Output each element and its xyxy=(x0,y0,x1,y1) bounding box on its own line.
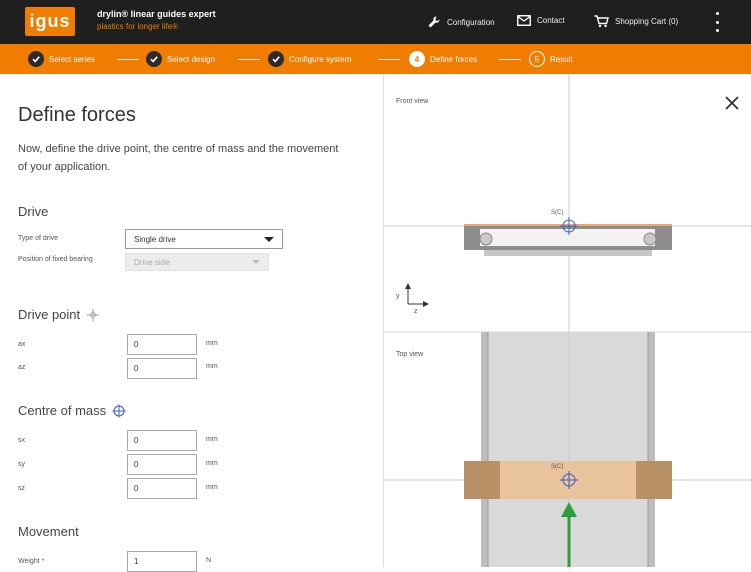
axis-z-label: z xyxy=(414,308,418,315)
step-divider xyxy=(117,59,139,60)
fixed-bearing-label: Position of fixed bearing xyxy=(18,256,93,263)
sz-input[interactable]: 0 xyxy=(127,478,197,499)
nav-shopping-cart-label: Shopping Cart (0) xyxy=(615,17,679,26)
drive-heading: Drive xyxy=(18,204,48,219)
drive-heading-label: Drive xyxy=(18,204,49,219)
sx-unit: mm xyxy=(206,436,218,443)
sz-label: sz xyxy=(18,485,25,492)
nav-contact[interactable]: Contact xyxy=(517,15,565,26)
step-label: Select design xyxy=(167,54,216,64)
drive-point-icon xyxy=(87,308,100,321)
close-icon[interactable] xyxy=(722,93,742,113)
centre-of-mass-heading: Centre of mass xyxy=(18,403,126,418)
step-result[interactable]: 5 Result xyxy=(529,51,573,67)
sy-input[interactable]: 0 xyxy=(127,454,197,475)
step-define-forces[interactable]: 4 Define forces xyxy=(409,51,477,67)
movement-heading-label: Movement xyxy=(18,524,79,539)
step-divider xyxy=(238,59,260,60)
chevron-down-icon xyxy=(252,260,260,264)
sx-label: sx xyxy=(18,437,25,444)
nav-contact-label: Contact xyxy=(537,16,565,25)
weight-label: Weight * xyxy=(18,558,45,565)
centre-of-mass-heading-label: Centre of mass xyxy=(18,403,107,418)
type-of-drive-label: Type of drive xyxy=(18,235,59,242)
az-unit: mm xyxy=(206,363,218,370)
sz-unit: mm xyxy=(206,484,218,491)
sy-label: sy xyxy=(18,461,25,468)
check-icon xyxy=(146,51,162,67)
front-view-label: Front view xyxy=(396,98,429,105)
axis-indicator xyxy=(405,283,429,307)
sx-input[interactable]: 0 xyxy=(127,430,197,451)
cart-icon xyxy=(594,15,609,28)
step-select-series[interactable]: Select series xyxy=(28,51,95,67)
step-number: 4 xyxy=(409,51,425,67)
front-view-rail xyxy=(464,224,672,256)
fixed-bearing-value: Drive side xyxy=(134,257,170,267)
weight-unit: N xyxy=(206,557,212,564)
step-divider xyxy=(499,59,521,60)
step-select-design[interactable]: Select design xyxy=(146,51,215,67)
check-icon xyxy=(28,51,44,67)
sy-unit: mm xyxy=(206,460,218,467)
fixed-bearing-select: Drive side xyxy=(125,253,269,271)
brand-title: drylin® linear guides expert xyxy=(97,9,216,19)
step-label: Result xyxy=(550,54,573,64)
top-view-label: Top view xyxy=(396,351,424,358)
page-title: Define forces xyxy=(18,104,136,126)
brand-subtitle: plastics for longer life® xyxy=(97,22,179,31)
az-label: az xyxy=(18,364,26,371)
ax-label: ax xyxy=(18,341,26,348)
type-of-drive-value: Single drive xyxy=(134,234,176,244)
nav-configuration-label: Configuration xyxy=(447,17,495,27)
drive-point-heading: Drive point xyxy=(18,307,100,322)
nav-configuration[interactable]: Configuration xyxy=(427,15,495,29)
weight-input[interactable]: 1 xyxy=(127,551,197,572)
intro-text: Now, define the drive point, the centre … xyxy=(18,143,339,173)
chevron-down-icon xyxy=(264,236,274,242)
top-cog-label: S(C) xyxy=(551,464,564,470)
views-canvas xyxy=(384,74,751,567)
progress-stepper: Select series Select design Configure sy… xyxy=(0,44,751,74)
ax-unit: mm xyxy=(206,340,218,347)
step-label: Select series xyxy=(49,54,95,64)
nav-shopping-cart[interactable]: Shopping Cart (0) xyxy=(594,15,678,28)
top-bar: igus drylin® linear guides expert plasti… xyxy=(0,0,751,44)
drive-point-heading-label: Drive point xyxy=(18,307,81,322)
mail-icon xyxy=(517,15,531,26)
step-label: Define forces xyxy=(430,54,478,64)
step-number: 5 xyxy=(529,51,545,67)
visualization-panel: Front view Top view y z S(C) S(C) xyxy=(383,74,751,567)
wrench-icon xyxy=(428,16,440,28)
type-of-drive-select[interactable]: Single drive xyxy=(125,229,283,249)
axis-y-label: y xyxy=(396,293,400,300)
az-input[interactable]: 0 xyxy=(127,358,197,379)
step-label: Configure system xyxy=(289,54,352,64)
front-cog-label: S(C) xyxy=(551,210,564,216)
check-icon xyxy=(268,51,284,67)
step-divider xyxy=(378,59,400,60)
kebab-menu-icon[interactable] xyxy=(713,12,721,32)
igus-logo[interactable]: igus xyxy=(25,7,75,36)
step-configure-system[interactable]: Configure system xyxy=(268,51,351,67)
movement-heading: Movement xyxy=(18,524,79,539)
centre-of-mass-icon xyxy=(112,404,126,417)
ax-input[interactable]: 0 xyxy=(127,334,197,355)
